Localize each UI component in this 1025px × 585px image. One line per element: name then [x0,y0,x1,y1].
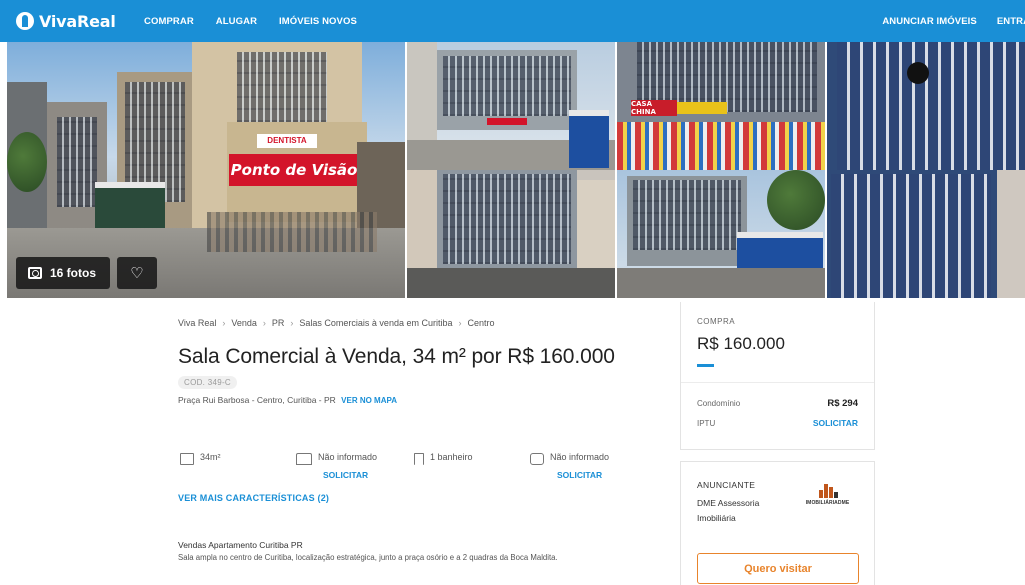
nav-comprar[interactable]: COMPRAR [144,16,194,27]
car-icon [530,453,544,465]
see-on-map-link[interactable]: VER NO MAPA [341,396,397,405]
heart-icon: ♡ [130,265,144,282]
price-value: R$ 160.000 [697,334,785,353]
more-features-link[interactable]: VER MAIS CARACTERÍSTICAS (2) [178,493,329,503]
breadcrumb-salas-comerciais[interactable]: Salas Comerciais à venda em Curitiba [299,318,452,328]
shower-icon [414,453,424,465]
features-row: 34m² Não informado SOLICITAR 1 banheiro … [178,452,638,486]
store-sign-casa-china: CASA CHINA [631,100,677,116]
want-to-visit-button[interactable]: Quero visitar [697,553,859,584]
price-card: COMPRA R$ 160.000 Condomínio R$ 294 IPTU… [680,302,875,450]
feature-parking-value: Não informado [550,452,610,462]
breadcrumb-separator: › [262,318,266,328]
feature-bedrooms-value: Não informado [318,452,378,462]
address-text: Praça Rui Barbosa - Centro, Curitiba - P… [178,395,336,405]
photo-gallery: Ponto de Visão DENTISTA 16 fotos ♡ CASA … [7,42,1025,298]
right-nav: ANUNCIAR IMÓVEIS ENTRAR [882,16,1025,27]
advertiser-logo-icon [817,484,839,498]
breadcrumb-centro[interactable]: Centro [467,318,494,328]
breadcrumb-separator: › [290,318,294,328]
logo-text: VivaReal [39,11,116,31]
photo-count-button[interactable]: 16 fotos [16,257,110,289]
advertiser-name[interactable]: DME Assessoria Imobiliária [697,496,777,526]
breadcrumb-venda[interactable]: Venda [231,318,257,328]
gallery-photo-2[interactable] [407,42,615,170]
photo-count-label: 16 fotos [50,266,97,280]
listing-title: Sala Comercial à Venda, 34 m² por R$ 160… [178,345,615,368]
main-nav: COMPRAR ALUGAR IMÓVEIS NOVOS [144,16,357,27]
breadcrumb-viva-real[interactable]: Viva Real [178,318,216,328]
gallery-photo-6[interactable] [617,170,825,298]
feature-bedrooms: Não informado [296,452,377,465]
iptu-row: IPTU SOLICITAR [697,418,858,428]
breadcrumb-separator: › [458,318,462,328]
price-label: COMPRA [697,317,736,326]
store-sign: Ponto de Visão [229,154,359,186]
feature-area-value: 34m² [200,452,221,462]
listing-address: Praça Rui Barbosa - Centro, Curitiba - P… [178,395,397,405]
feature-area: 34m² [180,452,221,465]
camera-icon [28,267,42,279]
condominio-row: Condomínio R$ 294 [697,398,858,409]
advertiser-label: ANUNCIANTE [697,480,756,490]
listing-code: COD. 349-C [178,376,238,389]
gallery-photo-4[interactable] [827,42,1025,170]
feature-bathrooms-value: 1 banheiro [430,452,473,462]
breadcrumb: Viva Real › Venda › PR › Salas Comerciai… [178,318,495,328]
condominio-value: R$ 294 [827,398,858,409]
request-parking-link[interactable]: SOLICITAR [557,470,602,480]
nav-entrar[interactable]: ENTRAR [997,16,1025,27]
advertiser-logo-text: IMOBILIÁRIADME [805,500,850,506]
gallery-photo-main[interactable]: Ponto de Visão DENTISTA 16 fotos ♡ [7,42,405,298]
top-navbar: VivaReal COMPRAR ALUGAR IMÓVEIS NOVOS AN… [0,0,1025,42]
condominio-label: Condomínio [697,399,741,408]
description-title: Vendas Apartamento Curitiba PR [178,540,303,550]
gallery-photo-5[interactable] [407,170,615,298]
nav-imoveis-novos[interactable]: IMÓVEIS NOVOS [279,16,357,27]
vivareal-logo-icon [16,12,34,30]
price-accent-bar [697,364,714,367]
area-icon [180,453,194,465]
iptu-request-link[interactable]: SOLICITAR [813,418,858,428]
nav-alugar[interactable]: ALUGAR [216,16,257,27]
feature-parking: Não informado [530,452,609,465]
description-text: Sala ampla no centro de Curitiba, locali… [178,553,558,562]
feature-bathrooms: 1 banheiro [414,452,473,465]
request-bedrooms-link[interactable]: SOLICITAR [323,470,368,480]
price-divider [681,382,874,383]
favorite-button[interactable]: ♡ [117,257,157,289]
iptu-label: IPTU [697,418,716,428]
dentist-sign: DENTISTA [257,134,317,148]
nav-anunciar-imoveis[interactable]: ANUNCIAR IMÓVEIS [882,16,977,27]
gallery-photo-3[interactable]: CASA CHINA [617,42,825,170]
bed-icon [296,453,312,465]
advertiser-card: ANUNCIANTE DME Assessoria Imobiliária IM… [680,461,875,585]
gallery-photo-7[interactable] [827,170,1025,298]
vivareal-logo[interactable]: VivaReal [16,12,128,31]
advertiser-logo[interactable]: IMOBILIÁRIADME [797,479,858,511]
breadcrumb-separator: › [222,318,226,328]
breadcrumb-pr[interactable]: PR [272,318,285,328]
